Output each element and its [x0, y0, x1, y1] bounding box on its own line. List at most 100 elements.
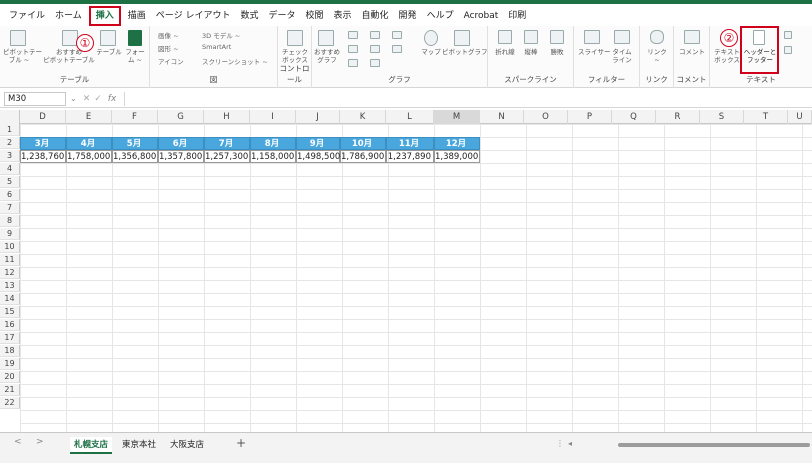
column-header[interactable]: E: [66, 110, 112, 124]
column-header-selected[interactable]: M: [434, 110, 480, 124]
row-header[interactable]: 12: [0, 267, 20, 279]
map-button[interactable]: マップ: [420, 48, 442, 56]
comment-button[interactable]: コメント: [678, 48, 706, 56]
select-all-corner[interactable]: [0, 110, 20, 124]
month-header-cell[interactable]: 3月: [20, 137, 66, 150]
column-header[interactable]: L: [386, 110, 434, 124]
waterfall-chart-icon[interactable]: [392, 31, 402, 39]
scroll-split-handle[interactable]: ⋮: [556, 439, 564, 448]
column-header[interactable]: K: [340, 110, 386, 124]
month-header-cell[interactable]: 6月: [158, 137, 204, 150]
column-header[interactable]: F: [112, 110, 158, 124]
screenshot-button[interactable]: スクリーンショット ~: [202, 56, 268, 66]
hierarchy-chart-icon[interactable]: [370, 31, 380, 39]
tab-acrobat[interactable]: Acrobat: [459, 6, 504, 26]
row-header[interactable]: 10: [0, 241, 20, 253]
recommended-chart-button[interactable]: おすすめ グラフ: [312, 48, 342, 64]
cell-grid[interactable]: [20, 124, 812, 432]
row-header[interactable]: 9: [0, 228, 20, 240]
row-header[interactable]: 2: [0, 137, 20, 149]
tab-help[interactable]: ヘルプ: [422, 6, 459, 26]
column-header[interactable]: T: [744, 110, 788, 124]
column-header[interactable]: H: [204, 110, 250, 124]
row-header[interactable]: 7: [0, 202, 20, 214]
tab-formulas[interactable]: 数式: [235, 6, 263, 26]
image-button[interactable]: 画像 ~: [158, 30, 179, 40]
row-header[interactable]: 4: [0, 163, 20, 175]
column-header[interactable]: N: [480, 110, 524, 124]
link-button[interactable]: リンク ~: [645, 48, 669, 64]
value-cell[interactable]: 1,238,760: [20, 150, 66, 163]
sheet-tab-sapporo[interactable]: 札幌支店: [70, 437, 113, 454]
sheet-tab-osaka[interactable]: 大阪支店: [166, 437, 208, 454]
pie-chart-icon[interactable]: [348, 59, 358, 67]
row-header[interactable]: 15: [0, 306, 20, 318]
tab-developer[interactable]: 開発: [394, 6, 422, 26]
column-header[interactable]: D: [20, 110, 66, 124]
row-header[interactable]: 14: [0, 293, 20, 305]
value-cell[interactable]: 1,357,800: [158, 150, 204, 163]
sheet-prev-button[interactable]: <: [14, 437, 22, 447]
signature-icon[interactable]: [784, 46, 792, 54]
scatter-chart-icon[interactable]: [370, 59, 380, 67]
row-header[interactable]: 16: [0, 319, 20, 331]
add-sheet-button[interactable]: +: [236, 436, 246, 450]
pivot-table-button[interactable]: ピボットテー ブル ~: [3, 48, 42, 64]
row-header[interactable]: 20: [0, 371, 20, 383]
row-header[interactable]: 17: [0, 332, 20, 344]
cancel-icon[interactable]: ✕: [83, 94, 91, 104]
value-cell[interactable]: 1,758,000: [66, 150, 112, 163]
tab-page-layout[interactable]: ページ レイアウト: [151, 6, 236, 26]
value-cell[interactable]: 1,389,000: [434, 150, 480, 163]
icons-button[interactable]: アイコン: [158, 56, 184, 66]
column-header[interactable]: Q: [612, 110, 656, 124]
scroll-left-icon[interactable]: ◂: [568, 439, 572, 448]
forms-button[interactable]: フォー ム ~: [124, 48, 146, 64]
month-header-cell[interactable]: 11月: [386, 137, 434, 150]
month-header-cell[interactable]: 5月: [112, 137, 158, 150]
column-header[interactable]: U: [788, 110, 812, 124]
row-header[interactable]: 13: [0, 280, 20, 292]
month-header-cell[interactable]: 12月: [434, 137, 480, 150]
insert-function-icon[interactable]: fx: [108, 94, 117, 104]
column-header[interactable]: O: [524, 110, 568, 124]
slicer-button[interactable]: スライサー: [578, 48, 611, 56]
column-chart-icon[interactable]: [348, 31, 358, 39]
name-box-dropdown-icon[interactable]: ⌄: [70, 94, 77, 103]
tab-draw[interactable]: 描画: [123, 6, 151, 26]
column-header[interactable]: J: [296, 110, 340, 124]
month-header-cell[interactable]: 10月: [340, 137, 386, 150]
sparkline-line-button[interactable]: 折れ線: [492, 48, 518, 56]
name-box[interactable]: M30: [4, 91, 66, 106]
value-cell[interactable]: 1,786,900: [340, 150, 386, 163]
tab-home[interactable]: ホーム: [50, 6, 87, 26]
sheet-tab-tokyo[interactable]: 東京本社: [118, 437, 160, 454]
column-header[interactable]: S: [700, 110, 744, 124]
row-header[interactable]: 18: [0, 345, 20, 357]
smartart-button[interactable]: SmartArt: [202, 43, 231, 51]
checkbox-button[interactable]: チェック ボックス: [280, 48, 310, 64]
row-header[interactable]: 19: [0, 358, 20, 370]
pivot-chart-button[interactable]: ピボットグラフ: [442, 48, 488, 56]
statistic-chart-icon[interactable]: [370, 45, 380, 53]
tab-automate[interactable]: 自動化: [357, 6, 394, 26]
formula-input[interactable]: [124, 91, 812, 106]
month-header-cell[interactable]: 9月: [296, 137, 340, 150]
tab-print[interactable]: 印刷: [503, 6, 531, 26]
row-header[interactable]: 11: [0, 254, 20, 266]
column-header[interactable]: G: [158, 110, 204, 124]
row-header[interactable]: 8: [0, 215, 20, 227]
month-header-cell[interactable]: 4月: [66, 137, 112, 150]
row-header[interactable]: 21: [0, 384, 20, 396]
sheet-next-button[interactable]: >: [36, 437, 44, 447]
tab-insert[interactable]: 挿入: [88, 6, 121, 26]
text-more-icon[interactable]: [784, 31, 792, 39]
row-header[interactable]: 1: [0, 124, 20, 136]
column-header[interactable]: I: [250, 110, 296, 124]
column-header[interactable]: R: [656, 110, 700, 124]
horizontal-scrollbar[interactable]: [618, 443, 810, 447]
row-header[interactable]: 5: [0, 176, 20, 188]
3d-model-button[interactable]: 3D モデル ~: [202, 30, 240, 40]
month-header-cell[interactable]: 8月: [250, 137, 296, 150]
shapes-button[interactable]: 図形 ~: [158, 43, 179, 53]
